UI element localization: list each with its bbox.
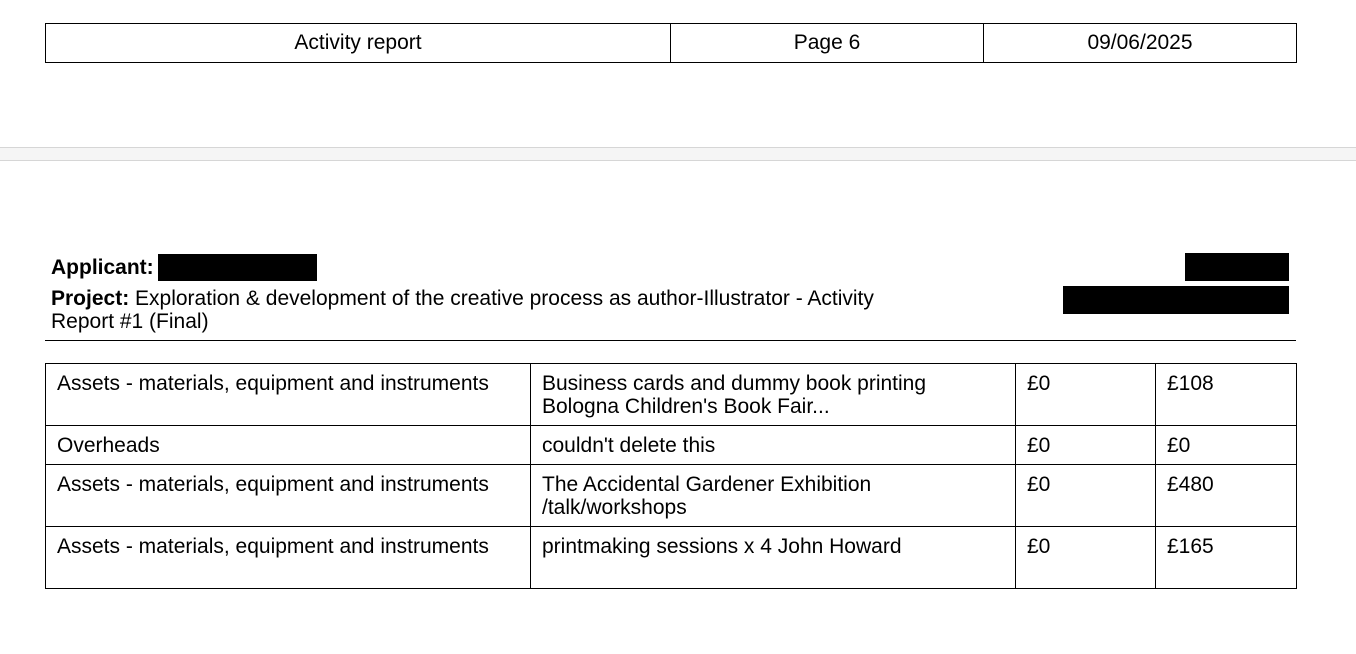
report-title: Activity report — [45, 23, 671, 63]
applicant-redaction — [157, 253, 317, 281]
reference-redaction — [1185, 253, 1289, 281]
budget-table: Assets - materials, equipment and instru… — [45, 363, 1297, 589]
category-cell: Assets - materials, equipment and instru… — [45, 526, 531, 589]
page-break-divider — [0, 147, 1356, 161]
organisation-redaction — [1063, 286, 1289, 314]
document-page: Activity report Page 6 09/06/2025 Applic… — [0, 0, 1356, 654]
page-number: Page 6 — [670, 23, 984, 63]
table-row: Assets - materials, equipment and instru… — [45, 363, 1297, 426]
amount-cell-2: £480 — [1155, 464, 1297, 527]
table-row: Assets - materials, equipment and instru… — [45, 464, 1297, 527]
category-cell: Assets - materials, equipment and instru… — [45, 363, 531, 426]
project-line: Project: Exploration & development of th… — [51, 287, 891, 333]
report-date: 09/06/2025 — [983, 23, 1297, 63]
description-cell: The Accidental Gardener Exhibition /talk… — [530, 464, 1016, 527]
amount-cell-1: £0 — [1015, 464, 1156, 527]
section-rule — [45, 340, 1296, 341]
project-description: Exploration & development of the creativ… — [51, 287, 874, 333]
project-label: Project: — [51, 287, 130, 310]
description-cell: Business cards and dummy book printing B… — [530, 363, 1016, 426]
description-cell: printmaking sessions x 4 John Howard — [530, 526, 1016, 589]
page-header-row: Activity report Page 6 09/06/2025 — [45, 23, 1297, 63]
table-row: Overheads couldn't delete this £0 £0 — [45, 425, 1297, 465]
amount-cell-2: £108 — [1155, 363, 1297, 426]
applicant-label: Applicant: — [51, 255, 154, 279]
category-cell: Assets - materials, equipment and instru… — [45, 464, 531, 527]
table-row: Assets - materials, equipment and instru… — [45, 526, 1297, 589]
category-cell: Overheads — [45, 425, 531, 465]
page-header-table: Activity report Page 6 09/06/2025 — [45, 23, 1297, 63]
amount-cell-1: £0 — [1015, 526, 1156, 589]
applicant-row: Applicant: — [51, 253, 1296, 281]
amount-cell-1: £0 — [1015, 425, 1156, 465]
description-cell: couldn't delete this — [530, 425, 1016, 465]
applicant-info: Applicant: Project: Exploration & develo… — [51, 253, 1296, 333]
amount-cell-1: £0 — [1015, 363, 1156, 426]
amount-cell-2: £165 — [1155, 526, 1297, 589]
amount-cell-2: £0 — [1155, 425, 1297, 465]
